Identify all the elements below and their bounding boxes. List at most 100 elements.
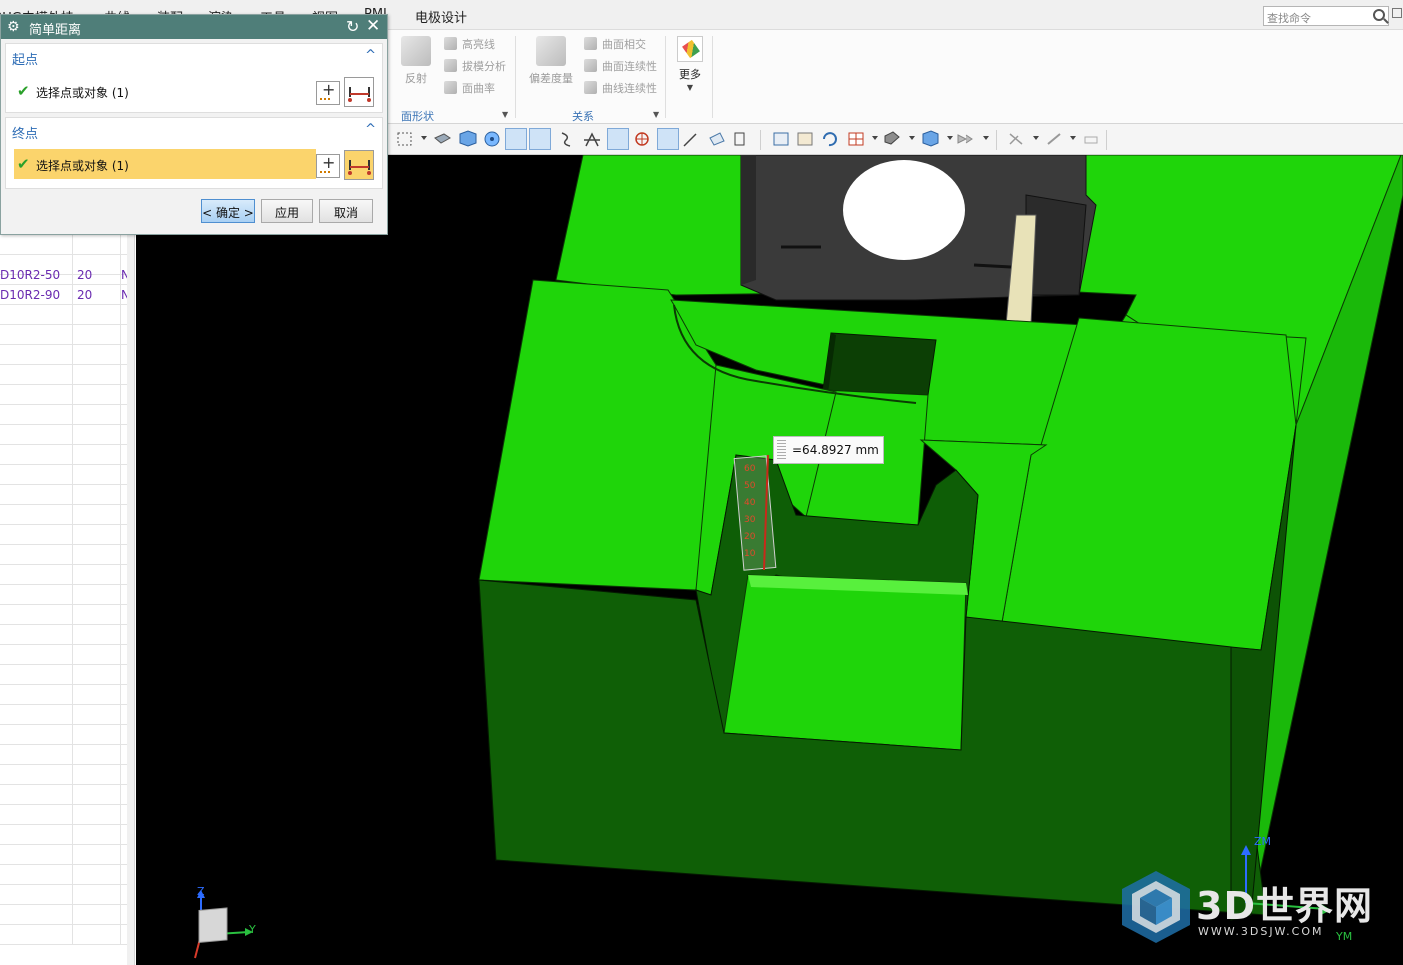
reset-icon[interactable]: ↻ xyxy=(346,17,359,36)
view-triad[interactable] xyxy=(181,880,271,965)
part-qty-cell: 20 xyxy=(73,285,121,305)
deviation-icon xyxy=(536,36,566,66)
face-continuity-button[interactable]: 曲面连续性 xyxy=(584,58,657,74)
ruler-ticks: 60 50 40 30 20 10 xyxy=(744,461,760,563)
end-select-label: 选择点或对象 (1) xyxy=(36,159,129,173)
snap-endpoint-button[interactable] xyxy=(505,128,527,150)
measurement-label[interactable]: =64.8927 mm xyxy=(773,436,884,464)
table-row[interactable]: D10R2-90 20 N xyxy=(0,285,127,305)
curve-continuity-label: 曲线连续性 xyxy=(602,82,657,95)
table-row xyxy=(0,625,127,645)
ruler-tick-label: 40 xyxy=(744,498,756,508)
toolbar-divider xyxy=(760,130,761,150)
deviation-measure-button[interactable]: 偏差度量 xyxy=(528,36,574,86)
end-point-header[interactable]: 终点 xyxy=(12,123,38,142)
table-row xyxy=(0,325,127,345)
table-row xyxy=(0,865,127,885)
selection-toolbar xyxy=(388,124,1403,155)
table-row xyxy=(0,645,127,665)
menu-item-electrode[interactable]: 电极设计 xyxy=(415,7,467,26)
part-name-cell: D10R2-90 xyxy=(0,285,73,305)
table-row xyxy=(0,605,127,625)
face-continuity-icon xyxy=(584,59,597,72)
draft-analysis-label: 拔模分析 xyxy=(462,60,506,73)
style-dropdown-icon[interactable] xyxy=(947,136,953,140)
table-row xyxy=(0,745,127,765)
deviation-label: 偏差度量 xyxy=(529,72,573,85)
highlight-line-button[interactable]: 高亮线 xyxy=(444,36,495,52)
table-row xyxy=(0,665,127,685)
watermark-url: WWW.3DSJW.COM xyxy=(1198,925,1324,938)
start-point-select[interactable]: ✔ 选择点或对象 (1) xyxy=(14,76,316,106)
watermark-cube-icon xyxy=(1122,871,1190,943)
table-row xyxy=(0,845,127,865)
snap-dropdown-icon[interactable] xyxy=(1070,136,1076,140)
apply-button[interactable]: 应用 xyxy=(261,199,313,223)
dialog-title-bar[interactable]: ⚙ 简单距离 ↻ ✕ xyxy=(1,15,387,39)
table-row xyxy=(0,365,127,385)
render-dropdown-icon[interactable] xyxy=(909,136,915,140)
mirror-button[interactable]: 反射 xyxy=(398,36,434,86)
ribbon-divider xyxy=(665,36,666,118)
draft-analysis-button[interactable]: 拔模分析 xyxy=(444,58,506,74)
ok-button[interactable]: < 确定 > xyxy=(201,199,255,223)
snap-midpoint-button[interactable] xyxy=(529,128,551,150)
ribbon-divider xyxy=(515,36,516,118)
close-icon[interactable]: ✕ xyxy=(366,16,380,36)
ruler-tick-label: 10 xyxy=(744,549,756,559)
point-dialog-button[interactable] xyxy=(316,153,340,178)
face-continuity-label: 曲面连续性 xyxy=(602,60,657,73)
curve-continuity-button[interactable]: 曲线连续性 xyxy=(584,80,657,96)
part-list-panel: D10R2-50 20 N D10R2-90 20 N xyxy=(0,235,135,965)
point-dialog-button[interactable] xyxy=(316,80,340,105)
table-row xyxy=(0,705,127,725)
watermark-logo: 3D世界网 WWW.3DSJW.COM xyxy=(1116,867,1386,947)
table-row xyxy=(0,905,127,925)
search-icon[interactable] xyxy=(1373,9,1385,21)
point-type-button[interactable] xyxy=(344,77,374,107)
collapse-icon[interactable]: ^ xyxy=(365,48,376,63)
snap-point-button[interactable] xyxy=(480,128,502,150)
hide-dropdown-icon[interactable] xyxy=(983,136,989,140)
group-face-shape: 面形状 xyxy=(401,110,434,123)
end-point-section: 终点 ^ ✔ 选择点或对象 (1) xyxy=(5,117,383,189)
face-intersect-icon xyxy=(584,37,597,50)
ruler-tick-label: 30 xyxy=(744,515,756,525)
gear-icon[interactable]: ⚙ xyxy=(7,19,20,35)
mirror-label: 反射 xyxy=(405,72,427,85)
snap-center-button[interactable] xyxy=(607,128,629,150)
drag-handle-icon[interactable] xyxy=(777,440,786,460)
model-canvas[interactable] xyxy=(136,155,1403,965)
group-face-shape-dropdown-icon[interactable]: ▼ xyxy=(502,110,508,119)
cancel-button[interactable]: 取消 xyxy=(319,199,373,223)
check-icon: ✔ xyxy=(17,82,30,100)
face-curvature-icon xyxy=(444,81,457,94)
start-point-header[interactable]: 起点 xyxy=(12,49,38,68)
table-row xyxy=(0,505,127,525)
view-dropdown-icon[interactable] xyxy=(872,136,878,140)
wcs-dropdown-icon[interactable] xyxy=(1033,136,1039,140)
table-row xyxy=(0,565,127,585)
command-search-input[interactable]: 查找命令 xyxy=(1263,6,1389,26)
face-intersect-button[interactable]: 曲面相交 xyxy=(584,36,646,52)
sheet-scrollbar[interactable] xyxy=(127,235,134,965)
filter-dropdown-icon[interactable] xyxy=(421,136,427,140)
simple-distance-dialog: ⚙ 简单距离 ↻ ✕ 起点 ^ ✔ 选择点或对象 (1) 终点 ^ ✔ 选择点或… xyxy=(0,14,388,235)
collapse-icon[interactable]: ^ xyxy=(365,122,376,137)
graphics-viewport[interactable]: 60 50 40 30 20 10 ZM YM Z Y 3D世界网 WWW.3D… xyxy=(136,155,1403,965)
highlight-line-icon xyxy=(444,37,457,50)
face-curvature-button[interactable]: 面曲率 xyxy=(444,80,495,96)
table-row xyxy=(0,545,127,565)
curve-continuity-icon xyxy=(584,81,597,94)
end-point-select[interactable]: ✔ 选择点或对象 (1) xyxy=(14,149,316,179)
group-relation-dropdown-icon[interactable]: ▼ xyxy=(653,110,659,119)
table-row xyxy=(0,885,127,905)
table-row[interactable]: D10R2-50 20 N xyxy=(0,265,127,285)
more-button[interactable]: 更多 ▼ xyxy=(672,36,708,92)
point-type-button[interactable] xyxy=(344,150,374,180)
window-restore-icon[interactable] xyxy=(1392,8,1402,18)
snap-existing-point-button[interactable] xyxy=(657,128,679,150)
table-row xyxy=(0,725,127,745)
more-label: 更多 xyxy=(679,68,701,81)
mirror-icon xyxy=(401,36,431,66)
